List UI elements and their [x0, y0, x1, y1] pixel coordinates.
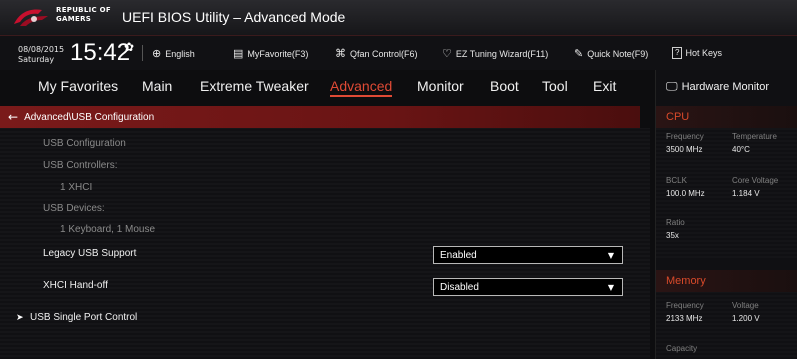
- settings-panel: USB Configuration USB Controllers: 1 XHC…: [0, 128, 640, 359]
- usb-config-heading: USB Configuration: [43, 138, 126, 149]
- bclk-label: BCLK: [666, 176, 687, 185]
- fan-icon: ⌘: [335, 48, 346, 60]
- date-display: 08/08/2015 Saturday: [18, 45, 64, 65]
- xhci-handoff-label: XHCI Hand-off: [43, 280, 108, 291]
- legacy-usb-value: Enabled: [440, 249, 477, 261]
- qfan-button[interactable]: ⌘ Qfan Control(F6): [335, 47, 418, 60]
- chevron-right-icon: ➤: [16, 312, 24, 322]
- language-label: English: [165, 48, 195, 59]
- rog-logo-icon: [14, 9, 48, 26]
- usb-single-port-label: USB Single Port Control: [30, 312, 138, 323]
- memory-voltage-label: Voltage: [732, 301, 759, 310]
- brand-line2: GAMERS: [56, 15, 92, 23]
- memory-voltage-value: 1.200 V: [732, 314, 760, 323]
- help-icon: ?: [672, 47, 683, 59]
- quick-note-label: Quick Note(F9): [587, 48, 649, 59]
- hardware-monitor-label: Hardware Monitor: [681, 80, 769, 93]
- usb-controllers-label: USB Controllers:: [43, 160, 118, 171]
- core-voltage-label: Core Voltage: [732, 176, 779, 185]
- legacy-usb-label: Legacy USB Support: [43, 248, 137, 259]
- hot-keys-label: Hot Keys: [685, 48, 722, 58]
- hardware-monitor-title: 🖵 Hardware Monitor: [666, 79, 769, 94]
- legacy-usb-dropdown[interactable]: Enabled ▼: [433, 246, 623, 264]
- memory-section-label: Memory: [666, 275, 706, 287]
- memory-section-header: Memory: [656, 270, 797, 292]
- chevron-down-icon: ▼: [607, 282, 614, 292]
- hardware-monitor-panel: 🖵 Hardware Monitor CPU Frequency Tempera…: [655, 70, 797, 359]
- cpu-temperature-label: Temperature: [732, 132, 777, 141]
- xhci-handoff-value: Disabled: [440, 281, 479, 293]
- tab-extreme-tweaker[interactable]: Extreme Tweaker: [200, 78, 309, 94]
- favorite-icon: ▤: [233, 48, 244, 60]
- usb-single-port-control-link[interactable]: ➤ USB Single Port Control: [16, 312, 138, 323]
- day-text: Saturday: [18, 55, 55, 64]
- language-button[interactable]: ⊕ English: [152, 47, 195, 60]
- chevron-down-icon: ▼: [607, 250, 614, 260]
- breadcrumb: ← Advanced\USB Configuration: [0, 106, 640, 128]
- quick-note-button[interactable]: ✎ Quick Note(F9): [574, 47, 648, 60]
- myfavorite-label: MyFavorite(F3): [247, 48, 309, 59]
- ratio-value: 35x: [666, 231, 679, 240]
- cpu-section-header: CPU: [656, 106, 797, 128]
- tab-advanced[interactable]: Advanced: [330, 78, 393, 97]
- back-arrow-icon[interactable]: ←: [8, 110, 18, 124]
- main-menu-bar: My Favorites Main Extreme Tweaker Advanc…: [0, 70, 650, 104]
- myfavorite-button[interactable]: ▤ MyFavorite(F3): [233, 47, 308, 60]
- info-bar: 08/08/2015 Saturday 15:42 ✿ ⊕ English ▤ …: [0, 36, 797, 70]
- ez-tuning-label: EZ Tuning Wizard(F11): [455, 48, 549, 59]
- cpu-frequency-value: 3500 MHz: [666, 145, 703, 154]
- core-voltage-value: 1.184 V: [732, 189, 760, 198]
- bclk-value: 100.0 MHz: [666, 189, 705, 198]
- cpu-temperature-value: 40°C: [732, 145, 750, 154]
- divider: [142, 45, 143, 61]
- tab-main[interactable]: Main: [142, 78, 172, 94]
- monitor-icon: 🖵: [666, 79, 678, 93]
- clock-display: 15:42: [70, 39, 131, 66]
- memory-stats: Frequency Voltage 2133 MHz 1.200 V Capac…: [656, 292, 797, 359]
- ez-tuning-button[interactable]: ♡ EZ Tuning Wizard(F11): [442, 47, 548, 60]
- note-icon: ✎: [574, 48, 584, 60]
- tab-exit[interactable]: Exit: [593, 78, 616, 94]
- brand-text: REPUBLIC OF GAMERS: [56, 6, 111, 24]
- memory-frequency-label: Frequency: [666, 301, 704, 310]
- ratio-label: Ratio: [666, 218, 685, 227]
- xhci-handoff-dropdown[interactable]: Disabled ▼: [433, 278, 623, 296]
- memory-frequency-value: 2133 MHz: [666, 314, 703, 323]
- date-text: 08/08/2015: [18, 45, 65, 54]
- cpu-frequency-label: Frequency: [666, 132, 704, 141]
- bulb-icon: ♡: [442, 48, 452, 60]
- breadcrumb-text: Advanced\USB Configuration: [24, 111, 155, 123]
- usb-devices-value: 1 Keyboard, 1 Mouse: [60, 224, 156, 235]
- brand-line1: REPUBLIC OF: [56, 6, 111, 14]
- app-title: UEFI BIOS Utility – Advanced Mode: [122, 9, 346, 25]
- title-bar: REPUBLIC OF GAMERS UEFI BIOS Utility – A…: [0, 0, 797, 36]
- usb-controllers-value: 1 XHCI: [60, 182, 93, 193]
- tab-my-favorites[interactable]: My Favorites: [38, 78, 118, 94]
- usb-devices-label: USB Devices:: [43, 203, 105, 214]
- tab-tool[interactable]: Tool: [542, 78, 568, 94]
- memory-capacity-label: Capacity: [666, 344, 698, 353]
- tab-boot[interactable]: Boot: [490, 78, 519, 94]
- gear-icon[interactable]: ✿: [124, 40, 134, 54]
- cpu-stats: Frequency Temperature 3500 MHz 40°C BCLK…: [656, 128, 797, 260]
- globe-icon: ⊕: [152, 48, 162, 60]
- cpu-section-label: CPU: [666, 111, 690, 123]
- tab-monitor[interactable]: Monitor: [417, 78, 464, 94]
- hot-keys-button[interactable]: ? Hot Keys: [672, 47, 722, 59]
- qfan-label: Qfan Control(F6): [350, 48, 418, 59]
